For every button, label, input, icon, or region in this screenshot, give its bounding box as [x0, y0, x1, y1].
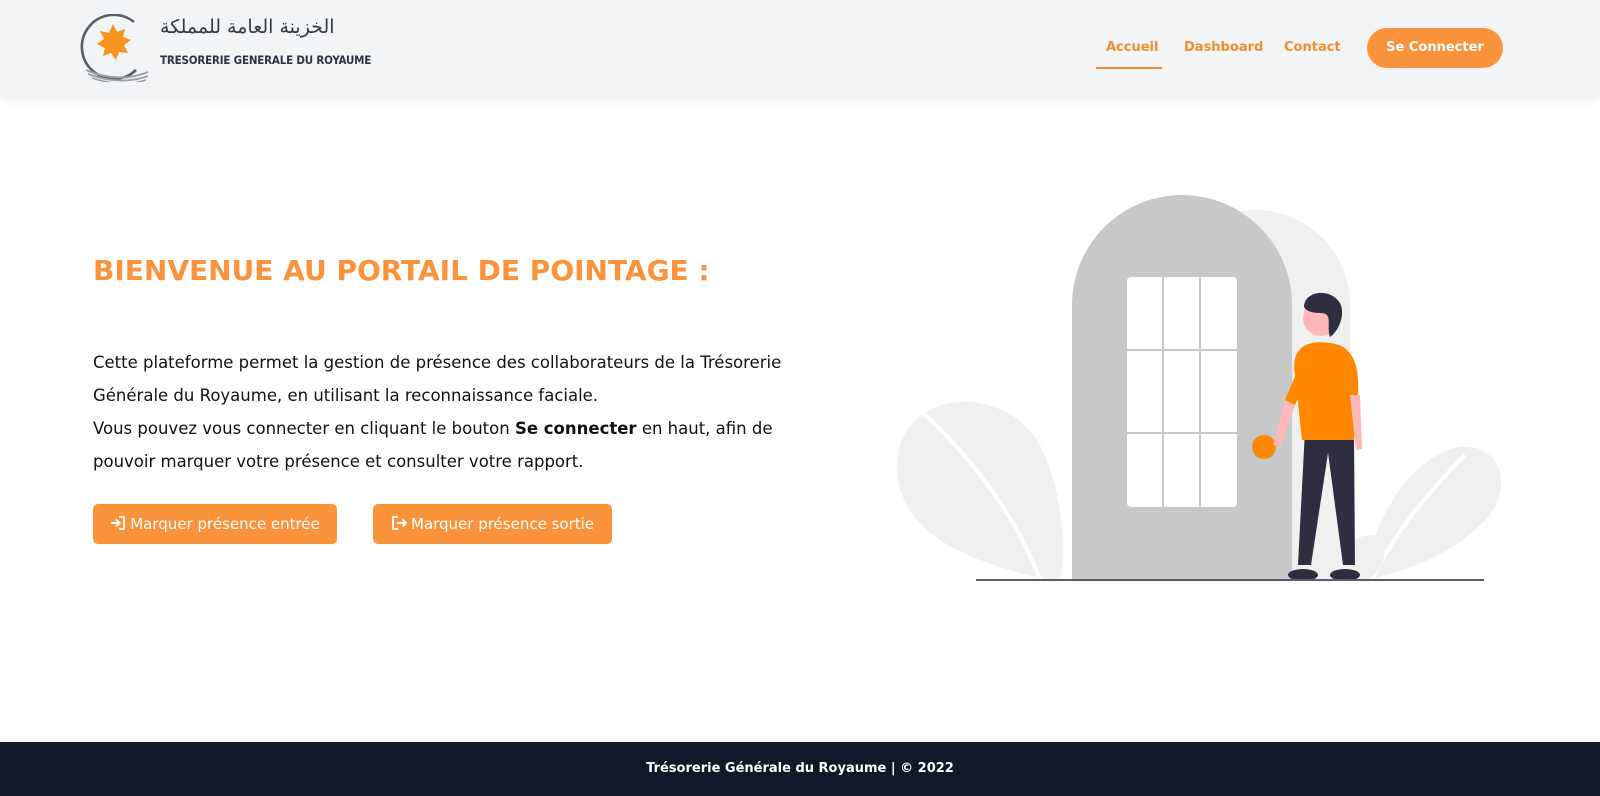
right-plant	[1365, 446, 1502, 580]
hero-paragraph-2-start: Vous pouvez vous connecter en cliquant l…	[93, 419, 515, 438]
hero-paragraph-2-bold: Se connecter	[514, 419, 637, 438]
nav-link-accueil[interactable]: Accueil	[1096, 28, 1162, 69]
mark-exit-label: Marquer présence sortie	[410, 515, 595, 533]
hero-description: Cette plateforme permet la gestion de pr…	[93, 346, 793, 478]
mark-entry-label: Marquer présence entrée	[130, 515, 320, 533]
mark-exit-button[interactable]: Marquer présence sortie	[373, 504, 612, 544]
site-header: الخزينة العامة للمملكة TRESORERIE GENERA…	[0, 0, 1600, 96]
page-title: BIENVENUE AU PORTAIL DE POINTAGE :	[93, 254, 710, 287]
door-illustration	[897, 195, 1502, 581]
mark-entry-button[interactable]: Marquer présence entrée	[93, 504, 337, 544]
hero-paragraph-2: Vous pouvez vous connecter en cliquant l…	[93, 412, 793, 478]
left-plant	[897, 401, 1063, 580]
door-window	[1127, 277, 1237, 507]
sign-in-icon	[110, 504, 126, 544]
logo-arabic-text: الخزينة العامة للمملكة	[160, 16, 335, 38]
login-button[interactable]: Se Connecter	[1367, 28, 1503, 68]
nav-link-contact[interactable]: Contact	[1284, 28, 1341, 68]
footer-copyright: Trésorerie Générale du Royaume | © 2022	[646, 761, 954, 776]
hero-paragraph-1: Cette plateforme permet la gestion de pr…	[93, 353, 782, 405]
logo[interactable]: الخزينة العامة للمملكة TRESORERIE GENERA…	[78, 14, 371, 82]
sign-out-icon	[391, 504, 408, 544]
footer: Trésorerie Générale du Royaume | © 2022	[0, 742, 1600, 796]
nav-link-dashboard[interactable]: Dashboard	[1184, 28, 1263, 68]
logo-french-text: TRESORERIE GENERALE DU ROYAUME	[160, 53, 372, 67]
logo-emblem-icon	[80, 14, 149, 82]
door-knob	[1252, 435, 1276, 459]
